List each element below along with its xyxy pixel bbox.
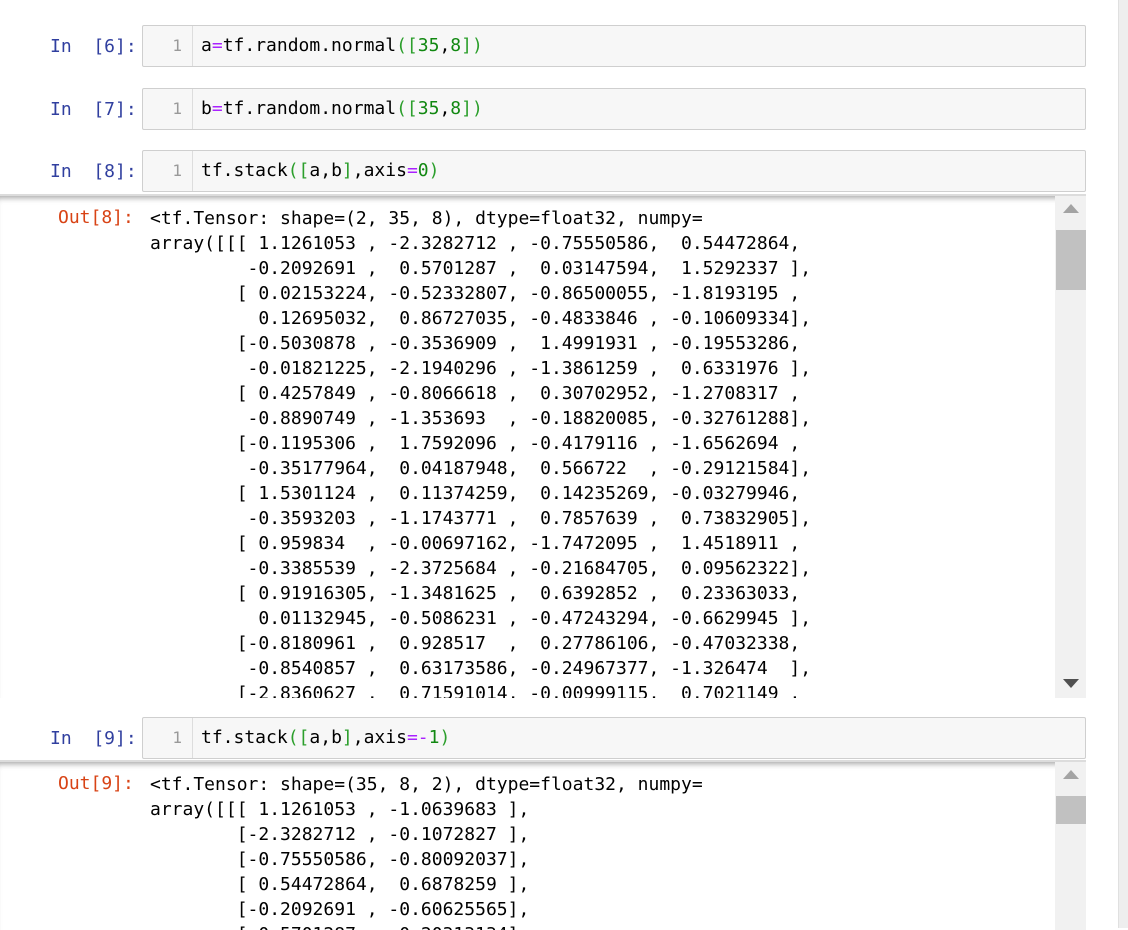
- code-cell-input[interactable]: 1 tf.stack([a,b],axis=0): [142, 150, 1086, 192]
- code-line[interactable]: tf.stack([a,b],axis=-1): [201, 727, 450, 749]
- output-scrollbar[interactable]: [1055, 196, 1086, 698]
- scrollbar-thumb[interactable]: [1056, 796, 1086, 824]
- line-number-gutter: 1: [143, 151, 193, 191]
- cell-output-area[interactable]: Out[9]: <tf.Tensor: shape=(35, 8, 2), dt…: [0, 760, 1086, 930]
- input-prompt: In [9]:: [50, 728, 137, 749]
- line-number: 1: [172, 36, 182, 55]
- output-scrollbar[interactable]: [1055, 762, 1086, 930]
- cell-output-area[interactable]: Out[8]: <tf.Tensor: shape=(2, 35, 8), dt…: [0, 194, 1086, 698]
- output-prompt: Out[9]:: [58, 773, 134, 794]
- code-line[interactable]: tf.stack([a,b],axis=0): [201, 160, 439, 182]
- line-number-gutter: 1: [143, 26, 193, 66]
- code-cell-input[interactable]: 1 b=tf.random.normal([35,8]): [142, 88, 1086, 130]
- line-number: 1: [172, 728, 182, 747]
- code-line[interactable]: b=tf.random.normal([35,8]): [201, 98, 483, 120]
- output-prompt: Out[8]:: [58, 207, 134, 228]
- line-number: 1: [172, 161, 182, 180]
- line-number-gutter: 1: [143, 718, 193, 758]
- scroll-up-arrow-icon[interactable]: [1063, 204, 1079, 213]
- page-scrollbar-track[interactable]: [1118, 0, 1128, 928]
- line-number-gutter: 1: [143, 89, 193, 129]
- line-number: 1: [172, 99, 182, 118]
- scroll-down-arrow-icon[interactable]: [1063, 679, 1079, 688]
- code-cell-input[interactable]: 1 a=tf.random.normal([35,8]): [142, 25, 1086, 67]
- scrollbar-thumb[interactable]: [1056, 230, 1086, 290]
- code-line[interactable]: a=tf.random.normal([35,8]): [201, 35, 483, 57]
- input-prompt: In [8]:: [50, 161, 137, 182]
- input-prompt: In [7]:: [50, 99, 137, 120]
- input-prompt: In [6]:: [50, 36, 137, 57]
- tensor-output-text: <tf.Tensor: shape=(2, 35, 8), dtype=floa…: [150, 208, 812, 698]
- scroll-up-arrow-icon[interactable]: [1063, 770, 1079, 779]
- code-cell-input[interactable]: 1 tf.stack([a,b],axis=-1): [142, 717, 1086, 759]
- tensor-output-text: <tf.Tensor: shape=(35, 8, 2), dtype=floa…: [150, 774, 703, 930]
